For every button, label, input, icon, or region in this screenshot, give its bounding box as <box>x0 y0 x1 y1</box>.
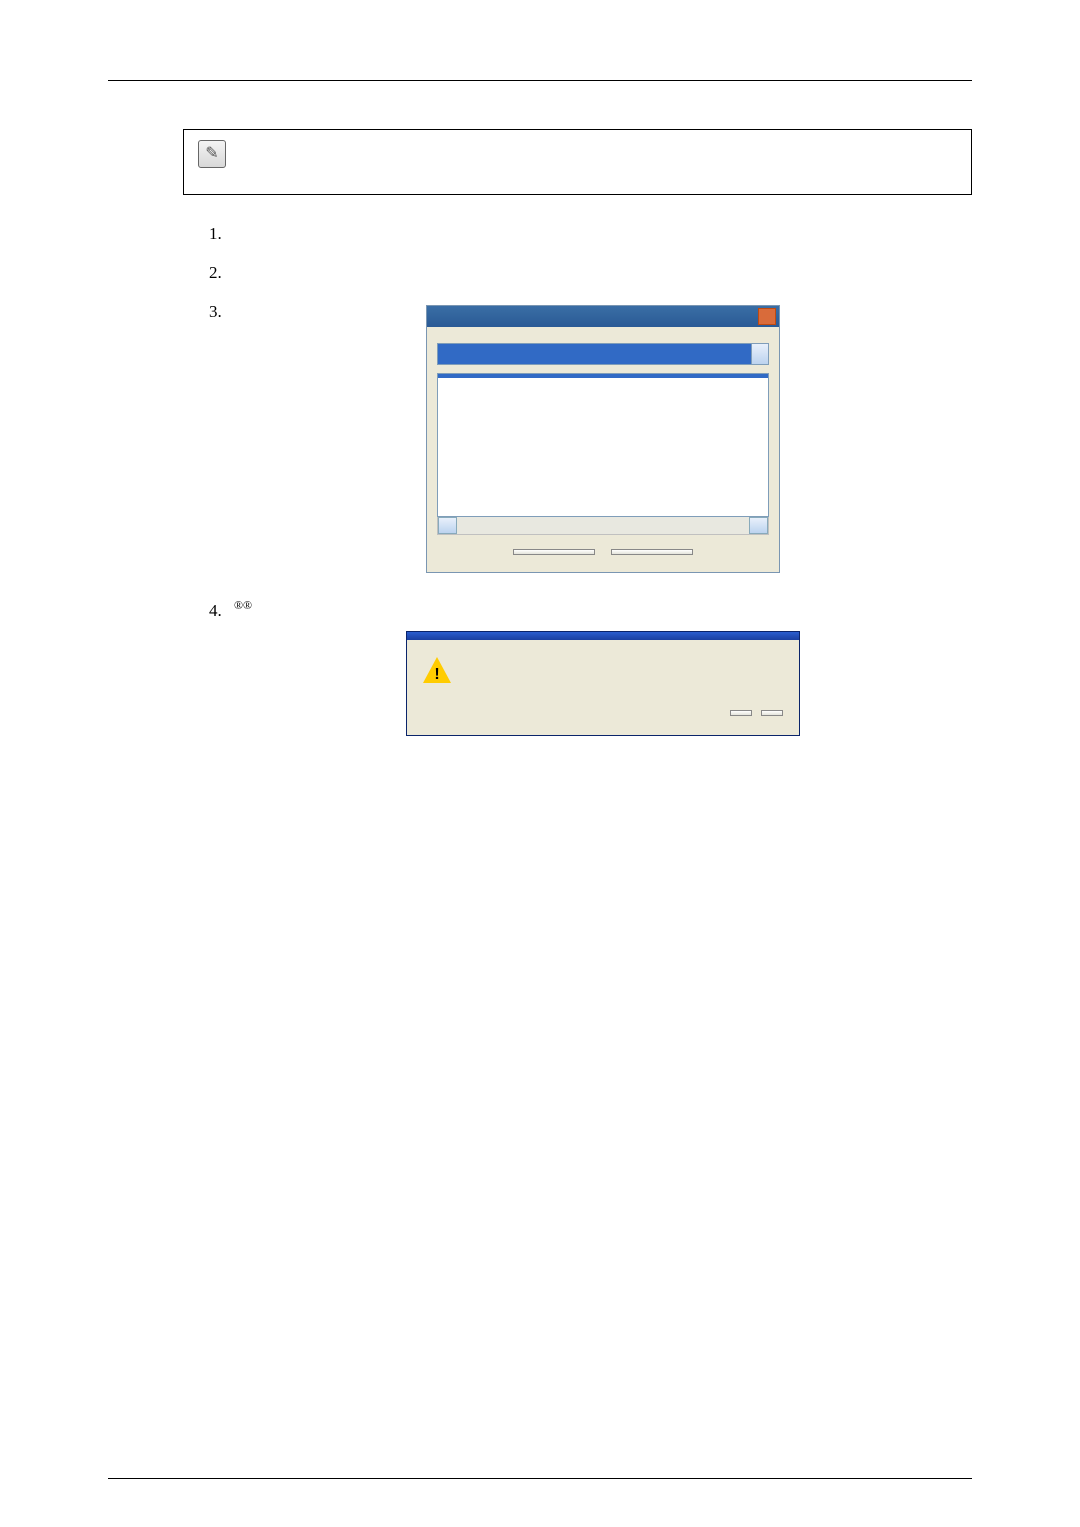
ok-button[interactable] <box>513 549 595 555</box>
scroll-track[interactable] <box>457 517 749 534</box>
scroll-right-icon[interactable] <box>749 517 768 534</box>
reg-mark-1: ® <box>234 598 243 612</box>
step-1 <box>226 223 972 246</box>
adapter-selected <box>438 344 751 364</box>
note-icon: ✎ <box>198 140 226 168</box>
reg-mark-2: ® <box>243 598 252 612</box>
adapter-combobox[interactable] <box>437 343 769 365</box>
list-item[interactable] <box>438 374 768 378</box>
scroll-left-icon[interactable] <box>438 517 457 534</box>
warning-icon: ! <box>423 656 451 684</box>
samsung-installer-dialog <box>426 305 780 573</box>
bottom-rule <box>108 1478 972 1479</box>
steps-list: ®® ! <box>108 223 972 736</box>
top-rule <box>108 80 972 81</box>
step-4: ®® ! <box>226 597 972 735</box>
horizontal-scrollbar[interactable] <box>437 517 769 535</box>
continue-anyway-button[interactable] <box>730 710 752 716</box>
chevron-down-icon[interactable] <box>751 344 768 364</box>
note-box: ✎ <box>183 129 972 195</box>
hardware-installation-dialog: ! <box>406 631 800 736</box>
cancel-button[interactable] <box>611 549 693 555</box>
monitor-listbox[interactable] <box>437 373 769 517</box>
stop-installation-button[interactable] <box>761 710 783 716</box>
step-3 <box>226 301 972 573</box>
dialog2-title <box>407 632 799 640</box>
step-2 <box>226 262 972 285</box>
close-button[interactable] <box>758 308 776 325</box>
dialog1-titlebar <box>427 306 779 327</box>
